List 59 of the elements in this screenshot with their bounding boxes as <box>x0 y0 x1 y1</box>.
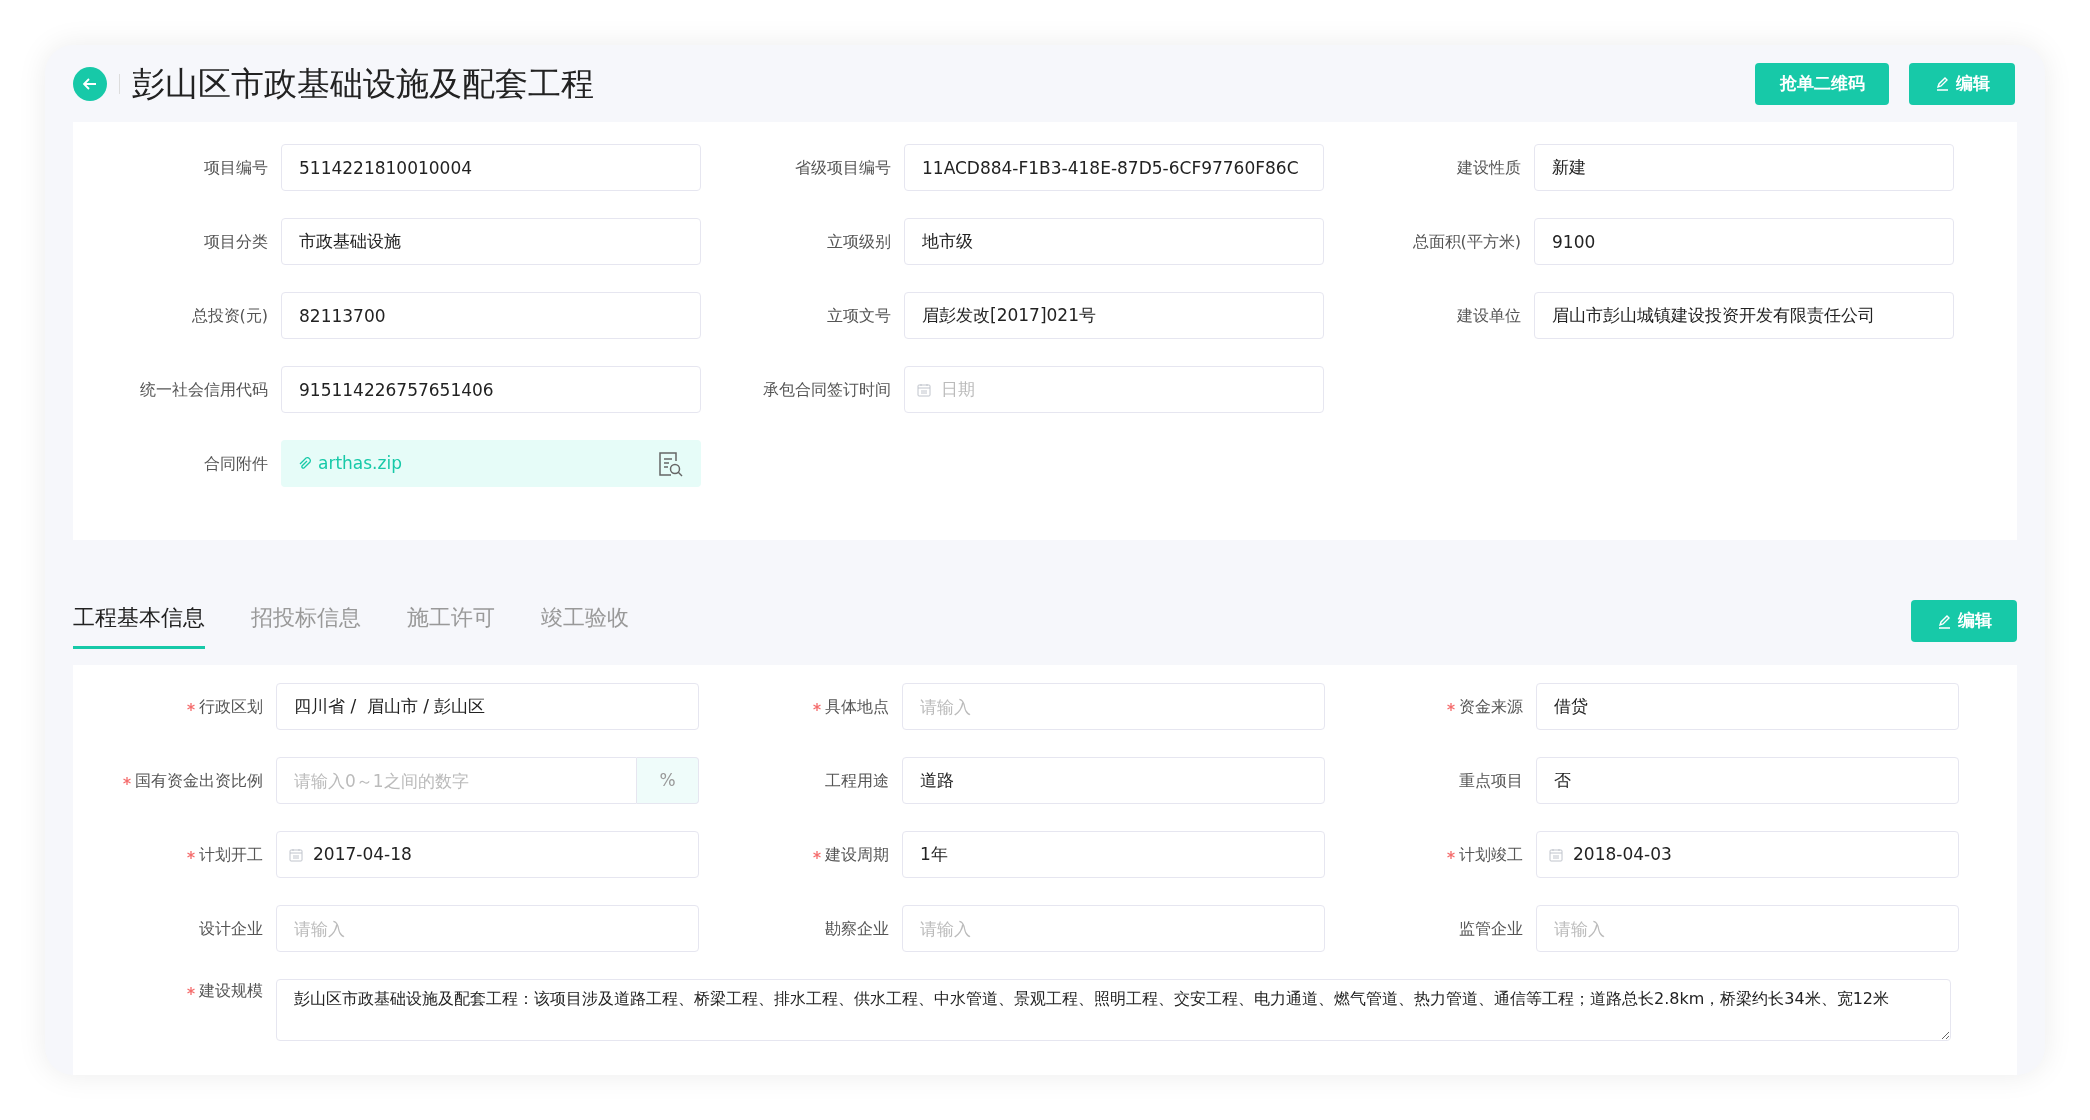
input-field[interactable]: 82113700 <box>281 292 701 339</box>
field-label: 承包合同签订时间 <box>763 378 891 401</box>
field-label: 监管企业 <box>1459 917 1523 940</box>
field-label: 资金来源 <box>1459 695 1523 718</box>
field-label: 合同附件 <box>204 452 268 475</box>
field-label: 建设规模 <box>199 980 263 1002</box>
field-label: 项目分类 <box>204 230 268 253</box>
field-label: 建设性质 <box>1457 156 1521 179</box>
input-field[interactable]: 请输入0～1之间的数字 <box>276 757 637 804</box>
field-label: 总面积(平方米) <box>1412 230 1521 253</box>
field-label: 统一社会信用代码 <box>140 378 268 401</box>
input-field[interactable]: 请输入 <box>276 905 699 952</box>
field-label: 总投资(元) <box>191 304 268 327</box>
pencil-icon <box>1936 613 1952 629</box>
input-field[interactable]: 11ACD884-F1B3-418E-87D5-6CF97760F86C <box>904 144 1324 191</box>
input-field[interactable]: 地市级 <box>904 218 1324 265</box>
input-field[interactable]: 市政基础设施 <box>281 218 701 265</box>
pencil-icon <box>1934 76 1950 91</box>
field-label: 项目编号 <box>204 156 268 179</box>
field-label: 立项文号 <box>827 304 891 327</box>
document-search-icon[interactable] <box>656 449 684 478</box>
input-field[interactable]: 四川省 / 眉山市 / 彭山区 <box>276 683 699 730</box>
input-field[interactable]: 新建 <box>1534 144 1954 191</box>
unit-label: % <box>637 757 699 804</box>
field-label: 建设周期 <box>825 843 889 866</box>
calendar-icon <box>289 847 303 862</box>
field-label: 行政区划 <box>199 695 263 718</box>
calendar-icon <box>917 382 931 397</box>
input-field[interactable]: 请输入 <box>902 683 1325 730</box>
input-field[interactable]: 请输入 <box>902 905 1325 952</box>
calendar-icon <box>1549 847 1563 862</box>
input-field[interactable]: 5114221810010004 <box>281 144 701 191</box>
field-label: 勘察企业 <box>825 917 889 940</box>
input-field[interactable]: 眉山市彭山城镇建设投资开发有限责任公司 <box>1534 292 1954 339</box>
field-label: 工程用途 <box>825 769 889 792</box>
field-label: 国有资金出资比例 <box>135 769 263 792</box>
field-label: 省级项目编号 <box>795 156 891 179</box>
input-field[interactable]: 道路 <box>902 757 1325 804</box>
field-label: 建设单位 <box>1457 304 1521 327</box>
page-title: 彭山区市政基础设施及配套工程 <box>132 62 594 105</box>
input-field[interactable]: 请输入 <box>1536 905 1959 952</box>
back-arrow-icon <box>83 77 97 90</box>
date-field[interactable]: 2017-04-18 <box>276 831 699 878</box>
field-label: 立项级别 <box>827 230 891 253</box>
paperclip-icon <box>298 456 312 471</box>
field-label: 计划竣工 <box>1459 843 1523 866</box>
field-label: 计划开工 <box>199 843 263 866</box>
text-area[interactable]: 彭山区市政基础设施及配套工程：该项目涉及道路工程、桥梁工程、排水工程、供水工程、中水管道、景观工程、照明工程、交安工程、电力通道、燃气管道、热力管道、通信等工程；道路总长2.8km，桥梁约长34米、宽12米 <box>276 979 1951 1041</box>
tab[interactable]: 工程基本信息 <box>73 601 205 649</box>
input-field[interactable]: 915114226757651406 <box>281 366 701 413</box>
field-label: 具体地点 <box>825 695 889 718</box>
input-field[interactable]: 借贷 <box>1536 683 1959 730</box>
input-field[interactable]: 否 <box>1536 757 1959 804</box>
field-label: 重点项目 <box>1459 769 1523 792</box>
field-label: 设计企业 <box>199 917 263 940</box>
input-field[interactable]: 眉彭发改[2017]021号 <box>904 292 1324 339</box>
date-field[interactable]: 2018-04-03 <box>1536 831 1959 878</box>
input-field[interactable]: 9100 <box>1534 218 1954 265</box>
input-field[interactable]: 1年 <box>902 831 1325 878</box>
